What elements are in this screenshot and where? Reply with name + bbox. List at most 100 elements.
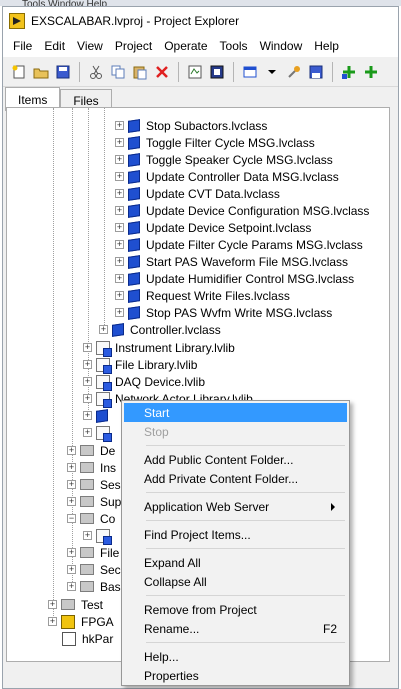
expand-box-icon[interactable]: +: [83, 360, 92, 369]
tree-item-web[interactable]: +: [83, 527, 115, 545]
tree-folder[interactable]: + De: [67, 442, 115, 459]
tree-item-library[interactable]: +: [83, 424, 115, 442]
expand-icon[interactable]: [339, 62, 359, 82]
tree-folder-test[interactable]: + Test: [48, 596, 103, 613]
tree-item-library[interactable]: + DAQ Device.lvlib: [83, 373, 205, 391]
tree-folder[interactable]: + Ses: [67, 476, 121, 493]
expand-box-icon[interactable]: +: [115, 172, 124, 181]
menu-item-properties[interactable]: Properties: [124, 666, 347, 685]
save-all-icon[interactable]: [53, 62, 73, 82]
add-icon[interactable]: [361, 62, 381, 82]
tree-folder[interactable]: + Sup: [67, 493, 121, 510]
tree-item-vi[interactable]: hkPar: [62, 630, 113, 647]
expand-box-icon[interactable]: +: [115, 274, 124, 283]
menu-item-add-private-folder[interactable]: Add Private Content Folder...: [124, 469, 347, 488]
expand-box-icon[interactable]: +: [83, 343, 92, 352]
menu-item-collapse-all[interactable]: Collapse All: [124, 572, 347, 591]
view-icon[interactable]: [240, 62, 260, 82]
wrench-icon[interactable]: [284, 62, 304, 82]
tree-folder[interactable]: + Ins: [67, 459, 116, 476]
tree-item[interactable]: + Update Device Setpoint.lvclass: [115, 219, 311, 236]
menu-item-label: Rename...: [144, 621, 200, 636]
menu-item-remove[interactable]: Remove from Project: [124, 600, 347, 619]
expand-box-icon[interactable]: +: [67, 497, 76, 506]
menu-project[interactable]: Project: [109, 39, 158, 53]
folder-icon: [80, 547, 94, 558]
menu-edit[interactable]: Edit: [38, 39, 71, 53]
expand-box-icon[interactable]: −: [67, 514, 76, 523]
menu-tools[interactable]: Tools: [214, 39, 254, 53]
expand-box-icon[interactable]: +: [83, 411, 92, 420]
menu-view[interactable]: View: [71, 39, 109, 53]
expand-box-icon[interactable]: +: [115, 291, 124, 300]
expand-box-icon[interactable]: +: [83, 531, 92, 540]
new-icon[interactable]: [9, 62, 29, 82]
expand-box-icon[interactable]: +: [67, 582, 76, 591]
cut-icon[interactable]: [86, 62, 106, 82]
tree-item[interactable]: + Toggle Speaker Cycle MSG.lvclass: [115, 151, 333, 168]
expand-box-icon[interactable]: +: [67, 480, 76, 489]
expand-box-icon[interactable]: +: [99, 325, 108, 334]
expand-box-icon[interactable]: +: [48, 600, 57, 609]
deploy-icon[interactable]: [207, 62, 227, 82]
menu-item-help[interactable]: Help...: [124, 647, 347, 666]
paste-icon[interactable]: [130, 62, 150, 82]
tree-item[interactable]: + Toggle Filter Cycle MSG.lvclass: [115, 134, 315, 151]
menu-item-find[interactable]: Find Project Items...: [124, 525, 347, 544]
tree-item-class[interactable]: +: [83, 407, 114, 424]
save-icon[interactable]: [306, 62, 326, 82]
expand-box-icon[interactable]: +: [115, 223, 124, 232]
build-icon[interactable]: [185, 62, 205, 82]
tree-item[interactable]: + Update Filter Cycle Params MSG.lvclass: [115, 236, 363, 253]
expand-box-icon[interactable]: +: [115, 121, 124, 130]
tree-item-fpga[interactable]: + FPGA: [48, 613, 114, 630]
copy-icon[interactable]: [108, 62, 128, 82]
tree-item-library[interactable]: + File Library.lvlib: [83, 356, 197, 374]
open-icon[interactable]: [31, 62, 51, 82]
menu-operate[interactable]: Operate: [158, 39, 213, 53]
expand-box-icon[interactable]: +: [67, 446, 76, 455]
tree-item[interactable]: + Stop PAS Wvfm Write MSG.lvclass: [115, 304, 332, 321]
menu-file[interactable]: File: [7, 39, 38, 53]
expand-box-icon[interactable]: +: [67, 565, 76, 574]
tree-item-library[interactable]: + Instrument Library.lvlib: [83, 339, 235, 357]
tree-folder[interactable]: − Co: [67, 510, 115, 527]
menu-item-start[interactable]: Start: [124, 403, 347, 422]
menu-window[interactable]: Window: [254, 39, 309, 53]
menu-item-expand-all[interactable]: Expand All: [124, 553, 347, 572]
expand-box-icon[interactable]: +: [115, 240, 124, 249]
expand-box-icon[interactable]: +: [115, 138, 124, 147]
menu-item-add-public-folder[interactable]: Add Public Content Folder...: [124, 450, 347, 469]
menu-help[interactable]: Help: [308, 39, 345, 53]
menu-item-web-server[interactable]: Application Web Server: [124, 497, 347, 516]
expand-box-icon[interactable]: +: [83, 428, 92, 437]
tree-folder[interactable]: + Sec: [67, 561, 121, 578]
tree-item[interactable]: + Request Write Files.lvclass: [115, 287, 290, 304]
tree-item[interactable]: + Start PAS Waveform File MSG.lvclass: [115, 253, 348, 270]
expand-box-icon[interactable]: +: [67, 463, 76, 472]
menu-item-rename[interactable]: Rename... F2: [124, 619, 347, 638]
tree-folder[interactable]: + File: [67, 544, 119, 561]
expand-box-icon[interactable]: +: [83, 394, 92, 403]
delete-icon[interactable]: [152, 62, 172, 82]
tree-item-controller[interactable]: + Controller.lvclass: [99, 321, 221, 338]
tree-item-label: Ins: [100, 460, 117, 475]
tree-item[interactable]: + Update CVT Data.lvclass: [115, 185, 280, 202]
expand-box-icon[interactable]: +: [115, 308, 124, 317]
tree-item[interactable]: + Update Device Configuration MSG.lvclass: [115, 202, 369, 219]
tree-item[interactable]: + Stop Subactors.lvclass: [115, 117, 267, 134]
expand-box-icon[interactable]: +: [48, 617, 57, 626]
expand-box-icon[interactable]: +: [115, 206, 124, 215]
tree-item[interactable]: + Update Humidifier Control MSG.lvclass: [115, 270, 354, 287]
tree-item[interactable]: + Update Controller Data MSG.lvclass: [115, 168, 339, 185]
expand-box-icon[interactable]: +: [115, 155, 124, 164]
chevron-down-icon[interactable]: [262, 62, 282, 82]
tree-folder[interactable]: + Bas: [67, 578, 121, 595]
tree-item-label: Instrument Library.lvlib: [115, 340, 235, 355]
expand-box-icon[interactable]: +: [83, 377, 92, 386]
folder-icon: [80, 581, 94, 592]
menu-item-stop[interactable]: Stop: [124, 422, 347, 441]
expand-box-icon[interactable]: +: [67, 548, 76, 557]
expand-box-icon[interactable]: +: [115, 257, 124, 266]
expand-box-icon[interactable]: +: [115, 189, 124, 198]
